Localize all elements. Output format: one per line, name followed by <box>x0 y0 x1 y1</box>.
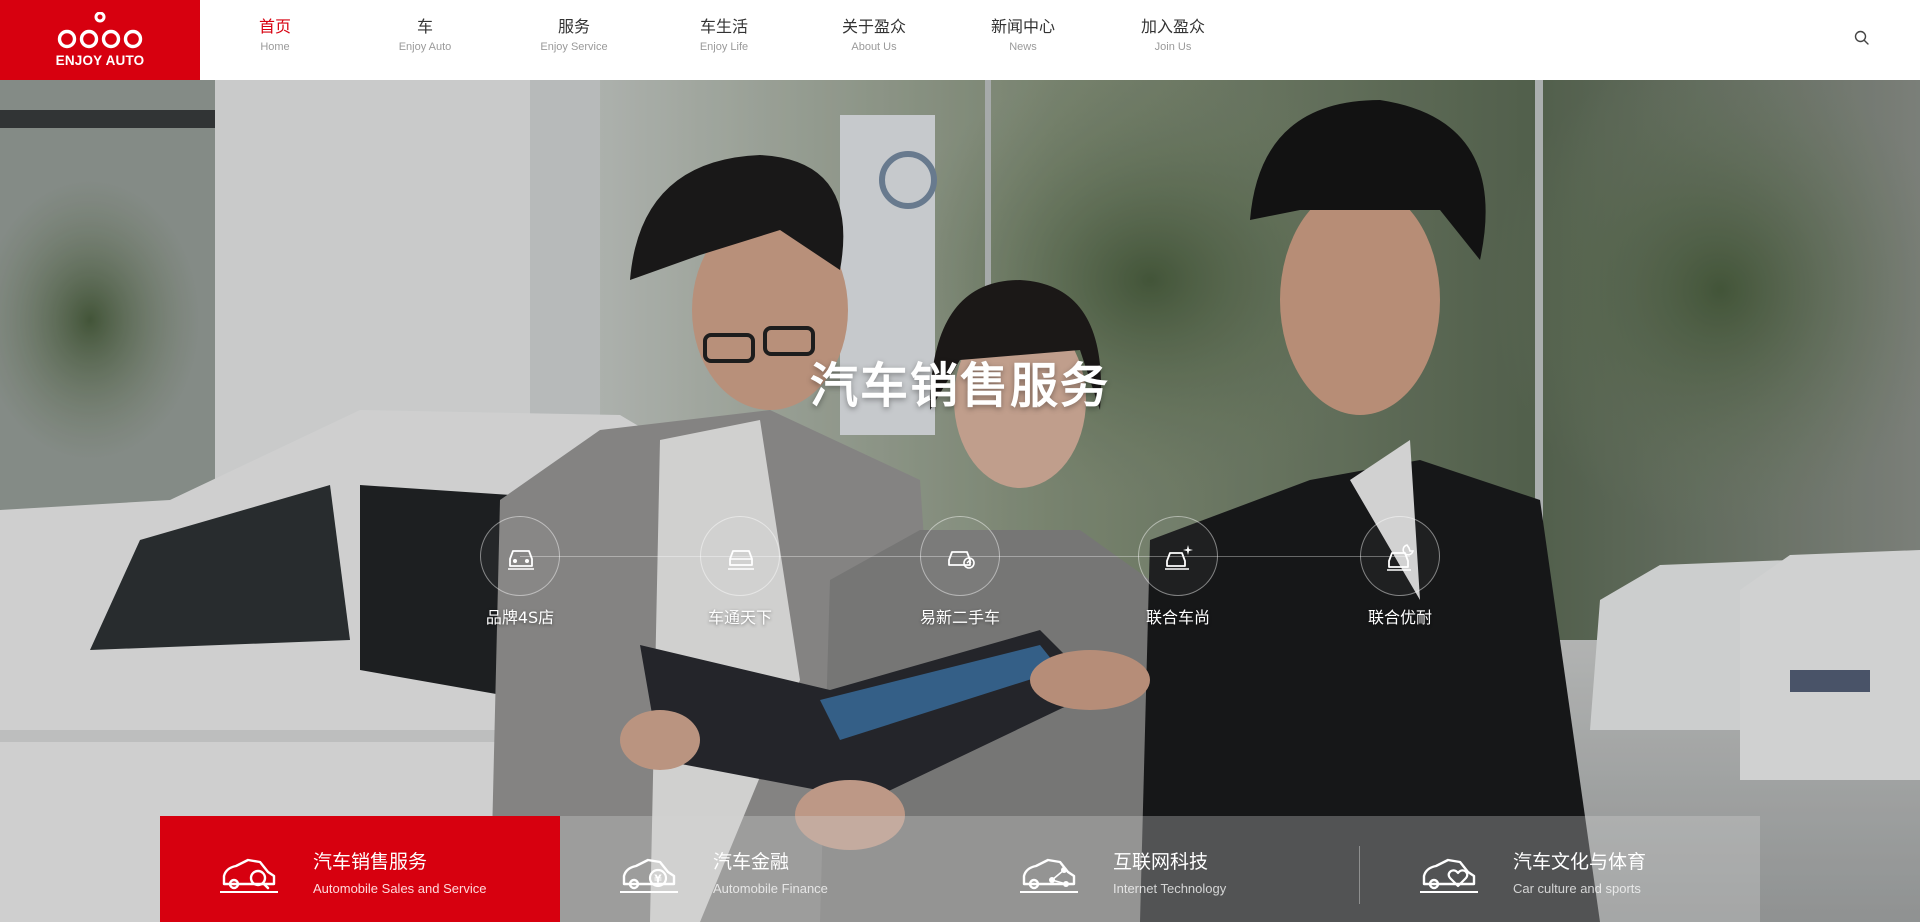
service-item-united-care[interactable]: 联合优耐 <box>1330 516 1470 628</box>
category-title: 互联网科技 <box>1113 851 1209 873</box>
nav-item-label: 车生活 <box>699 17 748 36</box>
service-icon-circle <box>1138 516 1218 596</box>
service-icon-circle <box>700 516 780 596</box>
car-network-icon <box>1020 858 1078 893</box>
search-button[interactable] <box>1852 28 1872 48</box>
service-item-car-global[interactable]: 车通天下 <box>670 516 810 628</box>
nav-item-label: 加入盈众 <box>1140 17 1206 36</box>
car-globe-icon <box>728 550 754 570</box>
nav-item-service[interactable]: 服务 Enjoy Service <box>540 16 607 54</box>
category-subtitle: Car culture and sports <box>1513 881 1641 896</box>
nav-item-sublabel: Home <box>260 41 290 53</box>
nav-item-label: 服务 <box>557 17 591 36</box>
category-sales-service[interactable]: 汽车销售服务 Automobile Sales and Service <box>160 816 560 922</box>
category-title: 汽车金融 <box>713 851 790 873</box>
car-yen-icon: ¥ <box>620 858 678 893</box>
nav-item-sublabel: Enjoy Service <box>540 41 608 53</box>
service-icon-circle <box>920 516 1000 596</box>
category-subtitle: Automobile Sales and Service <box>313 881 487 896</box>
category-bar: 汽车销售服务 Automobile Sales and Service ¥ 汽车… <box>160 816 1760 922</box>
search-icon <box>1854 30 1869 45</box>
nav-item-join[interactable]: 加入盈众 Join Us <box>1141 16 1205 54</box>
service-item-used-car[interactable]: 易新二手车 <box>890 516 1030 628</box>
service-label: 品牌4S店 <box>485 608 555 627</box>
category-subtitle: Automobile Finance <box>713 881 828 896</box>
nav-item-label: 新闻中心 <box>990 17 1056 36</box>
category-auto-finance[interactable]: ¥ 汽车金融 Automobile Finance <box>560 816 960 922</box>
category-subtitle: Internet Technology <box>1113 881 1227 896</box>
category-car-culture[interactable]: 汽车文化与体育 Car culture and sports <box>1360 816 1760 922</box>
service-icon-circle <box>1360 516 1440 596</box>
svg-text:¥: ¥ <box>654 873 662 886</box>
service-label: 联合车尚 <box>1145 608 1210 627</box>
site-header: ENJOY AUTO 首页 Home 车 Enjoy Auto 服务 Enjoy… <box>0 0 1920 80</box>
nav-item-sublabel: News <box>1009 41 1037 53</box>
nav-item-about[interactable]: 关于盈众 About Us <box>842 16 906 54</box>
logo-text: ENJOY AUTO <box>55 53 145 68</box>
service-label: 易新二手车 <box>919 608 1000 627</box>
car-wrench-icon <box>1387 544 1415 571</box>
logo[interactable]: ENJOY AUTO <box>0 0 200 80</box>
logo-rings-icon <box>57 12 143 49</box>
nav-item-sublabel: Enjoy Life <box>699 41 749 53</box>
car-heart-icon <box>1420 858 1478 893</box>
car-exchange-icon <box>948 551 975 569</box>
nav-item-label: 关于盈众 <box>841 17 907 36</box>
nav-item-sublabel: About Us <box>851 41 897 53</box>
service-item-brand-4s[interactable]: 品牌4S店 <box>450 516 590 628</box>
car-sparkle-icon <box>1165 545 1193 570</box>
service-label: 车通天下 <box>707 608 772 627</box>
hero-background-photo <box>0 80 1920 922</box>
service-icon-circle <box>480 516 560 596</box>
nav-item-home[interactable]: 首页 Home <box>259 16 291 54</box>
nav-item-sublabel: Join Us <box>1154 41 1192 53</box>
nav-item-news[interactable]: 新闻中心 News <box>991 16 1055 54</box>
category-internet-tech[interactable]: 互联网科技 Internet Technology <box>960 816 1360 922</box>
hero-banner: 汽车销售服务 品牌4S店 车通天下 易新二手车 联合车尚 联合优耐 汽车销售服务… <box>0 80 1920 922</box>
nav-item-sublabel: Enjoy Auto <box>398 41 452 53</box>
service-label: 联合优耐 <box>1367 608 1432 627</box>
nav-item-car[interactable]: 车 Enjoy Auto <box>399 16 452 54</box>
nav-item-life[interactable]: 车生活 Enjoy Life <box>700 16 748 54</box>
car-front-icon <box>508 550 534 570</box>
category-title: 汽车销售服务 <box>313 851 428 873</box>
hero-title: 汽车销售服务 <box>809 358 1110 414</box>
category-title: 汽车文化与体育 <box>1513 851 1647 873</box>
nav-item-label: 车 <box>416 17 433 36</box>
car-search-icon <box>220 858 278 893</box>
nav-item-label: 首页 <box>258 17 292 36</box>
service-item-car-fashion[interactable]: 联合车尚 <box>1108 516 1248 628</box>
